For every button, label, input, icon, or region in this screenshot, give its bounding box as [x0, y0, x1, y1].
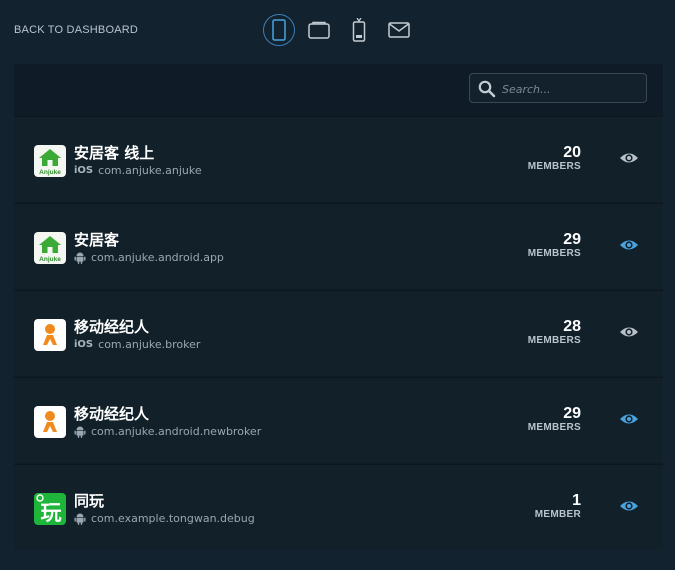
app-name[interactable]: 同玩	[74, 490, 104, 511]
member-label: MEMBERS	[527, 335, 581, 346]
eye-icon	[620, 240, 638, 250]
app-row[interactable]: 移动经纪人 iOS com.anjuke.broker 28 MEMBERS	[14, 290, 663, 376]
member-count: 1	[572, 492, 581, 509]
bundle-id: com.anjuke.android.newbroker	[91, 424, 262, 438]
search-box	[469, 73, 647, 103]
bundle-id: com.example.tongwan.debug	[91, 511, 255, 525]
bundle-id: com.anjuke.android.app	[91, 250, 224, 264]
app-name[interactable]: 移动经纪人	[74, 403, 149, 424]
watch-toggle-on[interactable]	[619, 412, 639, 426]
app-meta: iOS com.anjuke.broker	[74, 337, 200, 351]
eye-icon	[620, 414, 638, 424]
app-meta: com.example.tongwan.debug	[74, 511, 255, 525]
app-meta: com.anjuke.android.app	[74, 250, 224, 264]
app-row[interactable]: Anjuke 安居客 com.anjuke.android.app 29 MEM…	[14, 203, 663, 289]
broker-person-icon	[34, 406, 66, 438]
mail-icon	[388, 22, 410, 38]
app-meta: com.anjuke.android.newbroker	[74, 424, 261, 438]
android-icon	[74, 512, 86, 525]
member-count-block: 28 MEMBERS	[528, 318, 581, 347]
tab-mail[interactable]	[383, 14, 415, 46]
member-count: 20	[563, 144, 581, 161]
android-icon	[74, 425, 86, 438]
svg-text:玩: 玩	[41, 501, 62, 525]
search-input[interactable]	[500, 78, 644, 100]
tablet-icon	[308, 21, 330, 39]
member-label: MEMBERS	[527, 161, 581, 172]
member-count-block: 1 MEMBER	[535, 492, 581, 521]
eye-icon	[620, 501, 638, 511]
anjuke-house-icon: Anjuke	[34, 232, 66, 264]
apps-panel: Anjuke 安居客 线上 iOS com.anjuke.anjuke 20 M…	[14, 64, 663, 550]
platform-ios-label: iOS	[74, 338, 94, 350]
app-row[interactable]: Anjuke 安居客 线上 iOS com.anjuke.anjuke 20 M…	[14, 116, 663, 202]
watch-toggle-off[interactable]	[619, 325, 639, 339]
svg-text:Anjuke: Anjuke	[39, 256, 61, 263]
watch-toggle-off[interactable]	[619, 151, 639, 165]
watch-toggle-on[interactable]	[619, 499, 639, 513]
platform-ios-label: iOS	[74, 164, 94, 176]
device-remote-icon	[352, 18, 366, 42]
bundle-id: com.anjuke.anjuke	[98, 163, 202, 177]
app-name[interactable]: 移动经纪人	[74, 316, 149, 337]
member-count-block: 29 MEMBERS	[528, 405, 581, 434]
phone-icon	[272, 19, 286, 41]
eye-icon	[620, 153, 638, 163]
app-name[interactable]: 安居客	[74, 229, 119, 250]
member-count: 28	[563, 318, 581, 335]
search-icon	[478, 80, 496, 98]
member-label: MEMBER	[534, 509, 581, 520]
app-row[interactable]: 玩 同玩 com.example.tongwan.debug 1 MEMBER	[14, 464, 663, 550]
broker-person-icon	[34, 319, 66, 351]
bundle-id: com.anjuke.broker	[98, 337, 201, 351]
app-name[interactable]: 安居客 线上	[74, 142, 154, 163]
anjuke-house-icon: Anjuke	[34, 145, 66, 177]
svg-text:Anjuke: Anjuke	[39, 169, 61, 176]
tab-tablet[interactable]	[303, 14, 335, 46]
member-label: MEMBERS	[527, 422, 581, 433]
tab-phone[interactable]	[263, 14, 295, 46]
watch-toggle-on[interactable]	[619, 238, 639, 252]
back-to-dashboard-link[interactable]: BACK TO DASHBOARD	[14, 24, 138, 36]
member-count-block: 20 MEMBERS	[528, 144, 581, 173]
member-count: 29	[563, 405, 581, 422]
member-count-block: 29 MEMBERS	[528, 231, 581, 260]
member-count: 29	[563, 231, 581, 248]
tongwan-icon: 玩	[34, 493, 66, 525]
android-icon	[74, 251, 86, 264]
eye-icon	[620, 327, 638, 337]
app-row[interactable]: 移动经纪人 com.anjuke.android.newbroker 29 ME…	[14, 377, 663, 463]
top-bar: BACK TO DASHBOARD	[0, 0, 675, 62]
member-label: MEMBERS	[527, 248, 581, 259]
tab-device-remote[interactable]	[343, 14, 375, 46]
app-meta: iOS com.anjuke.anjuke	[74, 163, 202, 177]
